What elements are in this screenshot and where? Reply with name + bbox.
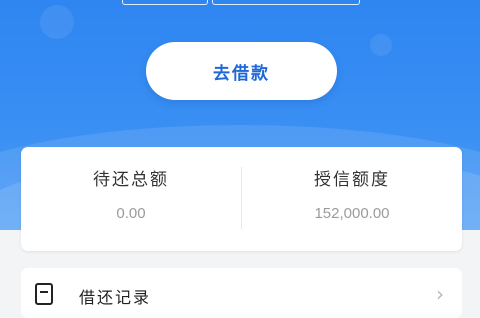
decor-circle: [40, 5, 74, 39]
document-icon: [35, 283, 53, 305]
outstanding-total-label: 待还总额: [93, 170, 169, 190]
outstanding-total-value: 0.00: [116, 205, 146, 222]
chevron-right-icon: ›: [436, 282, 444, 306]
credit-limit-value: 152,000.00: [314, 205, 390, 222]
borrow-button[interactable]: 去借款: [146, 42, 337, 100]
credit-limit-label: 授信额度: [314, 170, 390, 190]
borrow-repay-record-label: 借还记录: [79, 288, 152, 307]
decor-circle: [370, 34, 392, 56]
outstanding-total[interactable]: 待还总额 0.00: [21, 147, 241, 251]
top-tab[interactable]: [212, 0, 360, 5]
loan-summary-card: 待还总额 0.00 授信额度 152,000.00: [21, 147, 462, 251]
top-tab[interactable]: [122, 0, 208, 5]
borrow-repay-record-row[interactable]: 借还记录 ›: [21, 268, 462, 318]
credit-limit[interactable]: 授信额度 152,000.00: [242, 147, 462, 251]
